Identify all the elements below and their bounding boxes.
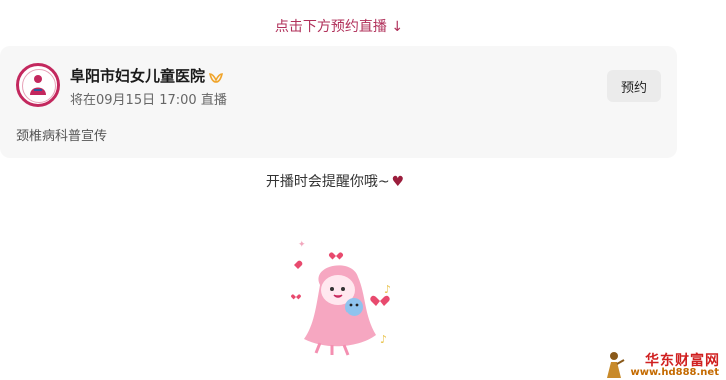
heart-icon: ♥	[391, 174, 405, 190]
watermark-url[interactable]: www.hd888.net	[630, 367, 719, 378]
account-name[interactable]: 阜阳市妇女儿童医院	[70, 65, 205, 86]
reminder-message: 开播时会提醒你哦~ ♥	[0, 171, 670, 191]
verified-badge-icon	[208, 70, 224, 83]
mascot-illustration: ♪ ♪ ✦	[280, 235, 410, 369]
reminder-text: 开播时会提醒你哦~	[265, 174, 390, 190]
svg-text:♪: ♪	[380, 333, 387, 346]
live-description: 颈椎病科普宣传	[16, 129, 108, 144]
svg-text:♪: ♪	[384, 283, 391, 296]
watermark-figure-icon	[607, 352, 625, 378]
svg-text:✦: ✦	[298, 240, 306, 250]
reserve-hint: 点击下方预约直播 ↓	[274, 19, 404, 35]
live-schedule: 将在09月15日 17:00 直播	[70, 93, 227, 108]
reserve-button[interactable]: 预约	[607, 70, 661, 102]
site-watermark: 华东财富网 www.hd888.net	[603, 350, 723, 380]
account-title-row: 阜阳市妇女儿童医院	[70, 65, 224, 86]
live-reservation-card: 阜阳市妇女儿童医院 将在09月15日 17:00 直播 颈椎病科普宣传 预约	[0, 46, 677, 158]
hospital-logo-icon	[16, 63, 60, 107]
